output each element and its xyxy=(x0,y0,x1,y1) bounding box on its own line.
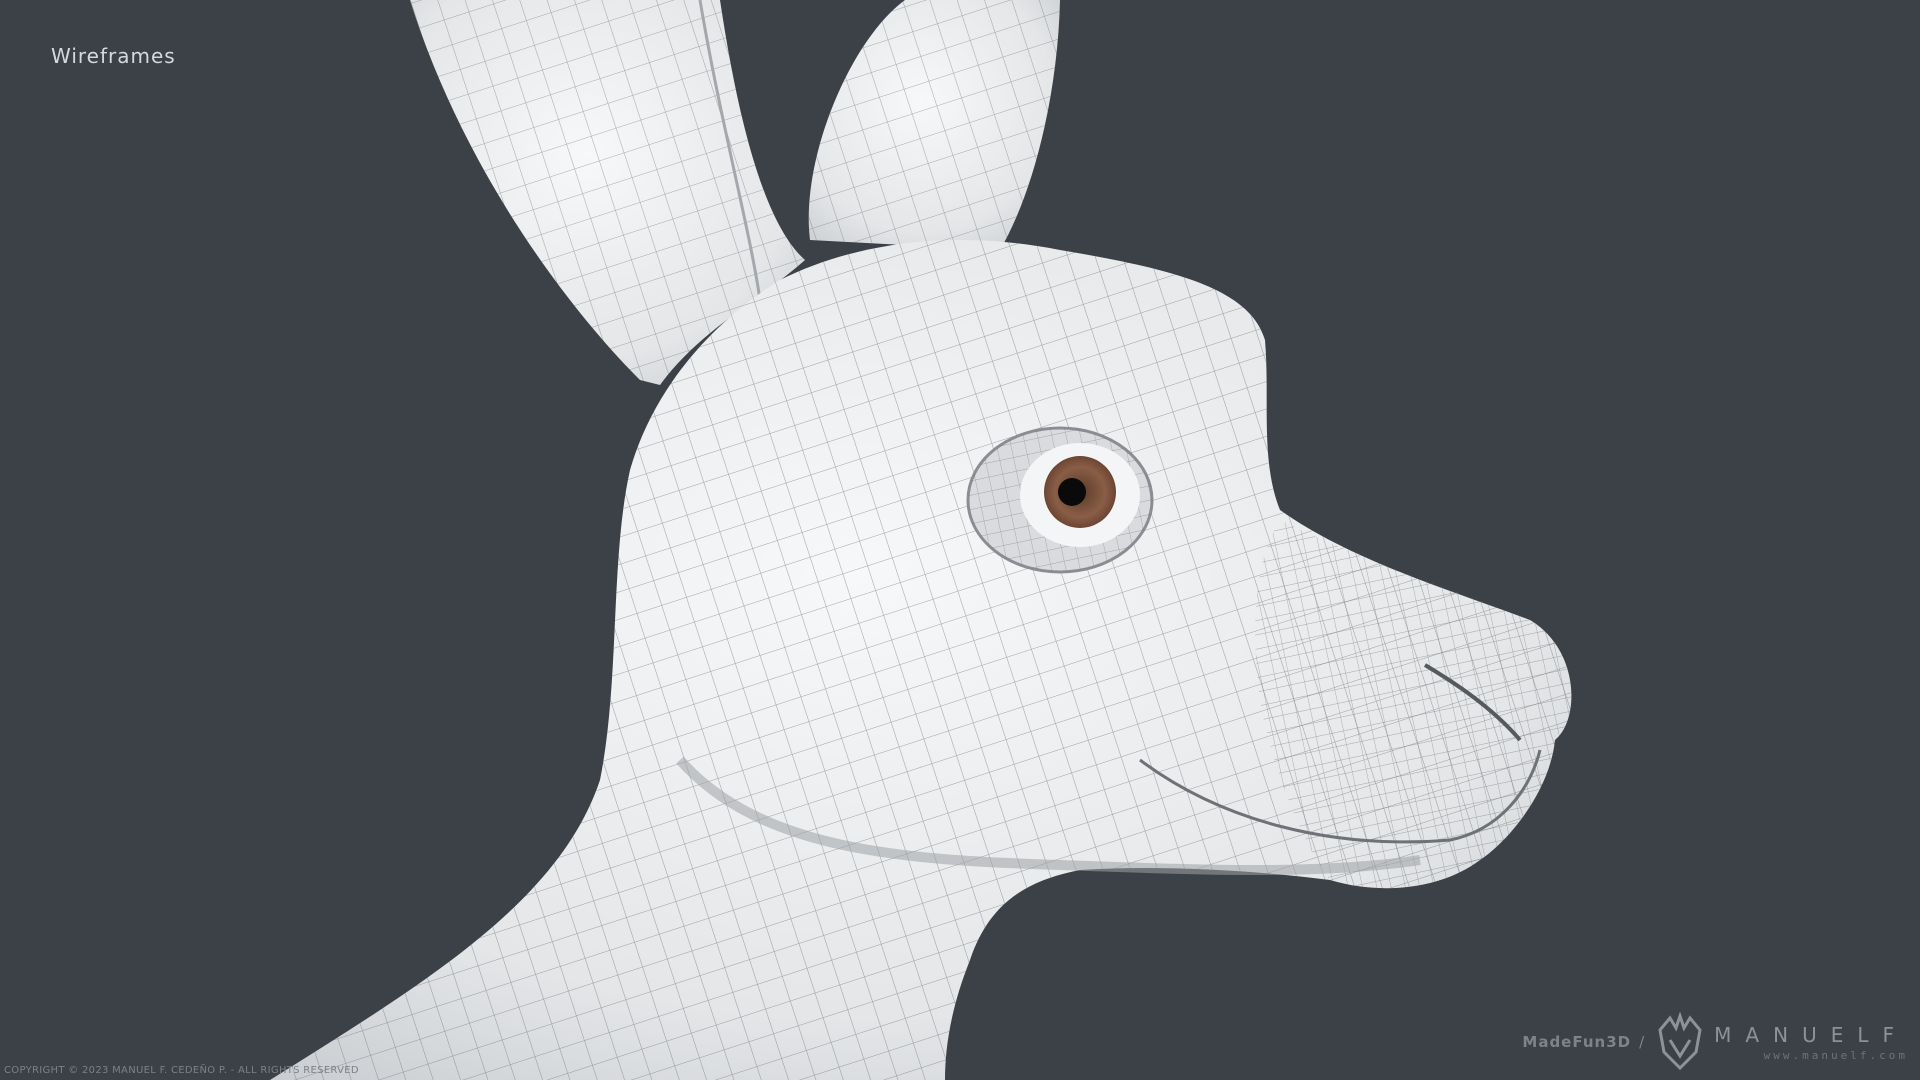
brand-separator: / xyxy=(1639,1033,1645,1051)
back-ear xyxy=(808,0,1060,250)
eye xyxy=(966,426,1154,574)
brand-url: www.manuelf.com xyxy=(1763,1048,1908,1062)
section-title: Wireframes xyxy=(51,44,176,68)
studio-name: MadeFun3D xyxy=(1522,1033,1632,1051)
rabbit-render xyxy=(270,0,1572,1080)
brand-name: MANUELF xyxy=(1714,1022,1908,1047)
manuelf-logo-icon xyxy=(1658,1012,1702,1071)
pupil xyxy=(1058,478,1086,506)
head-and-neck xyxy=(270,240,1572,1080)
brand-watermark: MadeFun3D / MANUELF www.manuelf.com xyxy=(1522,1010,1908,1074)
copyright-notice: COPYRIGHT © 2023 MANUEL F. CEDEÑO P. - A… xyxy=(4,1065,359,1076)
